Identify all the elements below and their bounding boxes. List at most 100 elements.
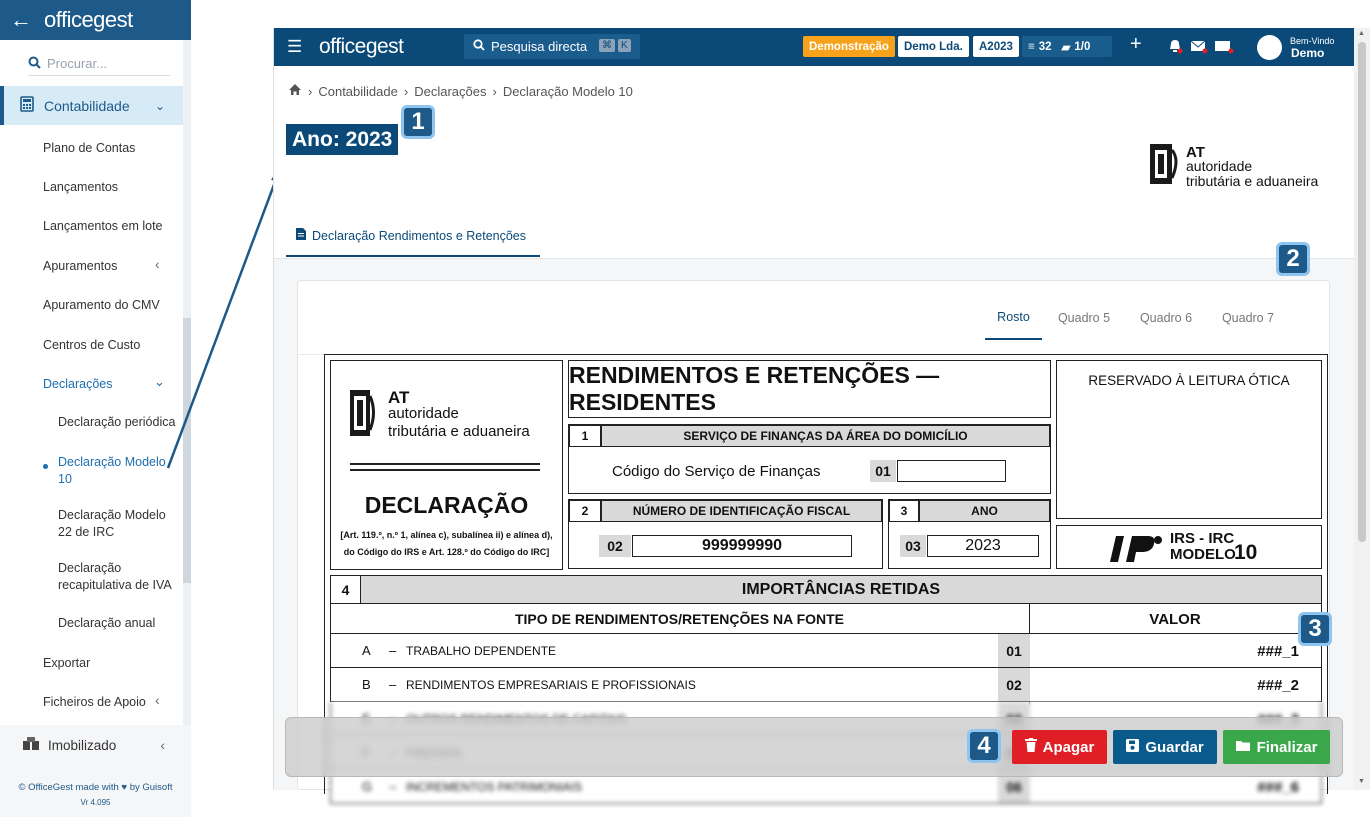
tab-quadro-6[interactable]: Quadro 6 [1136, 296, 1196, 340]
sidebar-group-contabilidade[interactable]: Contabilidade ⌄ [0, 86, 183, 125]
folder-open-icon [1235, 739, 1251, 756]
message-icon[interactable] [1214, 38, 1234, 59]
irs-line1: IRS - IRC [1170, 530, 1235, 547]
form-title: RENDIMENTOS E RETENÇÕES — RESIDENTES [568, 360, 1051, 418]
home-icon[interactable] [288, 83, 302, 99]
row-label: TRABALHO DEPENDENTE [406, 644, 557, 658]
form-reserved-label: RESERVADO À LEITURA ÓTICA [1088, 373, 1290, 388]
back-arrow-icon[interactable]: ← [10, 9, 32, 31]
sidebar-item-exportar[interactable]: Exportar [43, 656, 173, 670]
row-value[interactable]: ###_2 [1257, 677, 1299, 694]
row-value[interactable]: ###_6 [1257, 779, 1299, 796]
row-value[interactable]: ###_1 [1257, 643, 1299, 660]
field-codigo-servico[interactable] [897, 460, 1006, 482]
demo-tag: Demonstração [803, 36, 895, 57]
row-label: INCREMENTOS PATRIMONIAIS [406, 780, 583, 794]
irs-line3: 10 [1234, 541, 1258, 564]
sidebar-logo: officegest [44, 7, 133, 32]
at-shield-icon [1150, 144, 1178, 184]
row-dash: – [389, 643, 397, 658]
save-button[interactable]: Guardar [1113, 730, 1217, 764]
page-scrollbar[interactable]: ▲ ▼ [1354, 28, 1370, 790]
sidebar-header: ← officegest [0, 0, 191, 40]
page-scrollbar-thumb[interactable] [1358, 42, 1366, 542]
section-1-number: 1 [569, 425, 601, 447]
welcome-text: Bem-Vindo [1290, 36, 1335, 46]
chevron-left-icon: ‹ [160, 737, 165, 753]
year-tag[interactable]: A2023 [973, 36, 1019, 57]
section-4-title: IMPORTÂNCIAS RETIDAS [362, 576, 1320, 603]
annotation-arrow [166, 164, 284, 469]
table-row: BB–RENDIMENTOS EMPRESARIAIS E PROFISSION… [330, 668, 1322, 702]
callout-badge-4: 4 [967, 729, 1001, 763]
footer-credit: © OfficeGest made with ♥ by Guisoft [18, 782, 173, 793]
section-2-title: NÚMERO DE IDENTIFICAÇÃO FISCAL [601, 500, 882, 522]
floppy-icon [1126, 738, 1140, 756]
search-icon [473, 39, 485, 54]
field-nif[interactable]: 999999990 [632, 535, 852, 557]
scroll-down-icon[interactable]: ▼ [1358, 778, 1365, 785]
counters[interactable]: ≡ 32 ▰ 1/0 [1022, 36, 1112, 57]
global-search[interactable]: Pesquisa directa ⌘ K [464, 34, 640, 59]
mail-icon[interactable] [1190, 38, 1208, 59]
sidebar-item-lancamentos-lote[interactable]: Lançamentos em lote [43, 219, 173, 233]
search-icon [28, 56, 41, 72]
breadcrumb-separator: › [492, 83, 497, 99]
sidebar-item-centros-custo[interactable]: Centros de Custo [43, 338, 173, 352]
sidebar-item-ficheiros-apoio[interactable]: Ficheiros de Apoio [43, 695, 153, 709]
tab-rosto[interactable]: Rosto [985, 296, 1042, 340]
finish-button[interactable]: Finalizar [1223, 730, 1330, 764]
counter-tasks: 32 [1038, 40, 1052, 53]
company-tag[interactable]: Demo Lda. [898, 36, 969, 57]
sidebar-group-imobilizado[interactable]: Imobilizado ‹ [0, 725, 183, 765]
row-code: 01 [998, 634, 1030, 667]
chevron-left-icon: ‹ [155, 256, 160, 272]
field-ano[interactable]: 2023 [927, 535, 1039, 557]
avatar[interactable] [1257, 35, 1282, 60]
add-icon[interactable]: + [1130, 34, 1142, 54]
sidebar-item-declaracao-anual[interactable]: Declaração anual [58, 616, 178, 630]
row-dash: – [389, 677, 397, 692]
tab-label: Declaração Rendimentos e Retenções [312, 228, 527, 243]
callout-badge-3: 3 [1298, 612, 1332, 646]
topbar: ☰ officegest Pesquisa directa ⌘ K Demons… [274, 28, 1354, 66]
user-name[interactable]: Demo [1291, 46, 1324, 60]
delete-button[interactable]: Apagar [1012, 730, 1107, 764]
form-at-shield-icon [350, 390, 375, 436]
breadcrumb-separator: › [403, 83, 409, 99]
sidebar-item-apuramentos[interactable]: Apuramentos [43, 259, 173, 273]
sidebar-search[interactable]: Procurar... [28, 52, 170, 76]
sidebar-item-declaracoes[interactable]: Declarações [43, 377, 153, 391]
topbar-logo: officegest [319, 35, 404, 58]
breadcrumb-current: Declaração Modelo 10 [502, 83, 633, 99]
at-logo: AT autoridade tributária e aduaneira [1146, 138, 1346, 194]
at-logo-line3: tributária e aduaneira [1186, 173, 1319, 189]
sidebar-item-declaracao-modelo-10[interactable]: Declaração Modelo 10 [58, 454, 173, 488]
field-03-code: 03 [900, 535, 926, 557]
section-3-number: 3 [889, 500, 919, 522]
scroll-up-icon[interactable]: ▲ [1358, 30, 1365, 37]
chevron-down-icon: ⌄ [154, 98, 165, 113]
form-at-line3: tributária e aduaneira [388, 423, 530, 440]
callout-badge-1: 1 [401, 105, 435, 139]
tab-quadro-7[interactable]: Quadro 7 [1218, 296, 1278, 340]
hamburger-icon[interactable]: ☰ [287, 38, 302, 55]
sidebar-item-lancamentos[interactable]: Lançamentos [43, 180, 173, 194]
tab-quadro-5[interactable]: Quadro 5 [1054, 296, 1114, 340]
shortcut-k: K [618, 39, 631, 52]
field-01-code: 01 [870, 460, 896, 482]
sidebar-item-plano-de-contas[interactable]: Plano de Contas [43, 141, 173, 155]
at-logo-line2: autoridade [1186, 158, 1253, 174]
breadcrumb-contabilidade[interactable]: Contabilidade [318, 84, 398, 99]
sidebar-group2-label: Imobilizado [48, 737, 117, 753]
sidebar-item-apuramento-cmv[interactable]: Apuramento do CMV [43, 298, 173, 312]
breadcrumb-declaracoes[interactable]: Declarações [414, 84, 486, 99]
sidebar-item-declaracao-recapitulativa[interactable]: Declaração recapitulativa de IVA [58, 560, 176, 594]
form-legal-2: do Código do IRS e Art. 128.º do Código … [343, 547, 550, 557]
chevron-left-icon: ‹ [155, 692, 160, 708]
trash-icon [1024, 738, 1037, 756]
tab-declaracao-rendimentos[interactable]: Declaração Rendimentos e Retenções [286, 216, 540, 257]
bell-icon[interactable] [1167, 38, 1183, 59]
sidebar-item-declaracao-modelo-22[interactable]: Declaração Modelo 22 de IRC [58, 507, 183, 541]
shortcut-cmd: ⌘ [599, 39, 615, 52]
